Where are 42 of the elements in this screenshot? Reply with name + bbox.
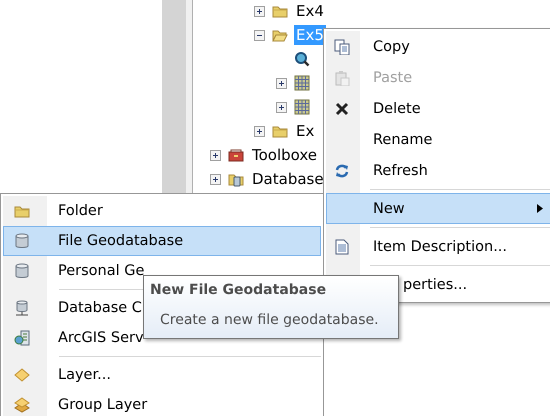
diamond-icon	[14, 367, 30, 383]
menu-item[interactable]: Delete	[326, 93, 550, 124]
menu-item[interactable]: File Geodatabase	[3, 226, 321, 256]
grid-icon	[294, 99, 310, 115]
tree-item[interactable]: Ex	[294, 121, 316, 141]
clipboard-icon	[334, 70, 350, 86]
menu-item[interactable]: ArcGIS Serv	[3, 323, 145, 353]
copy-icon	[334, 38, 350, 54]
menu-item[interactable]: Copy	[326, 31, 550, 62]
refresh-icon	[334, 162, 350, 178]
expand-toggle[interactable]	[210, 174, 221, 184]
submenu-arrow-icon	[537, 204, 543, 213]
menu-item[interactable]: Rename	[326, 124, 550, 155]
database-connection-icon	[14, 300, 30, 316]
menu-item[interactable]: Group Layer	[3, 390, 148, 416]
tooltip-title: New File Geodatabase	[150, 282, 328, 298]
expand-toggle[interactable]	[276, 78, 287, 88]
menu-item[interactable]: Database C	[3, 293, 143, 323]
expand-toggle[interactable]	[276, 102, 287, 112]
tree-item[interactable]: Database	[250, 169, 326, 189]
document-icon	[334, 238, 350, 254]
menu-item[interactable]: Personal Ge	[3, 256, 146, 286]
grid-icon	[294, 75, 310, 91]
stacked-layers-icon	[14, 397, 30, 413]
database-icon	[14, 263, 30, 279]
server-icon	[14, 330, 30, 346]
tree-item[interactable]: Ex4	[294, 1, 326, 21]
menu-item[interactable]: Layer...	[3, 360, 112, 390]
tree-item[interactable]: Toolboxe	[250, 145, 320, 165]
x-icon	[334, 100, 350, 116]
expand-toggle[interactable]	[254, 6, 265, 16]
menu-item[interactable]: Folder	[3, 196, 104, 226]
menu-item[interactable]: Refresh	[326, 155, 550, 186]
menu-item[interactable]: Item Description...	[326, 231, 550, 262]
tooltip-text: Create a new file geodatabase.	[159, 312, 380, 328]
magnifier-icon	[294, 51, 310, 67]
expand-toggle[interactable]	[254, 126, 265, 136]
database-icon	[14, 233, 30, 249]
toolbox-icon	[228, 147, 244, 163]
collapse-toggle[interactable]	[254, 30, 265, 40]
menu-item[interactable]: New	[326, 193, 550, 224]
expand-toggle[interactable]	[210, 150, 221, 160]
